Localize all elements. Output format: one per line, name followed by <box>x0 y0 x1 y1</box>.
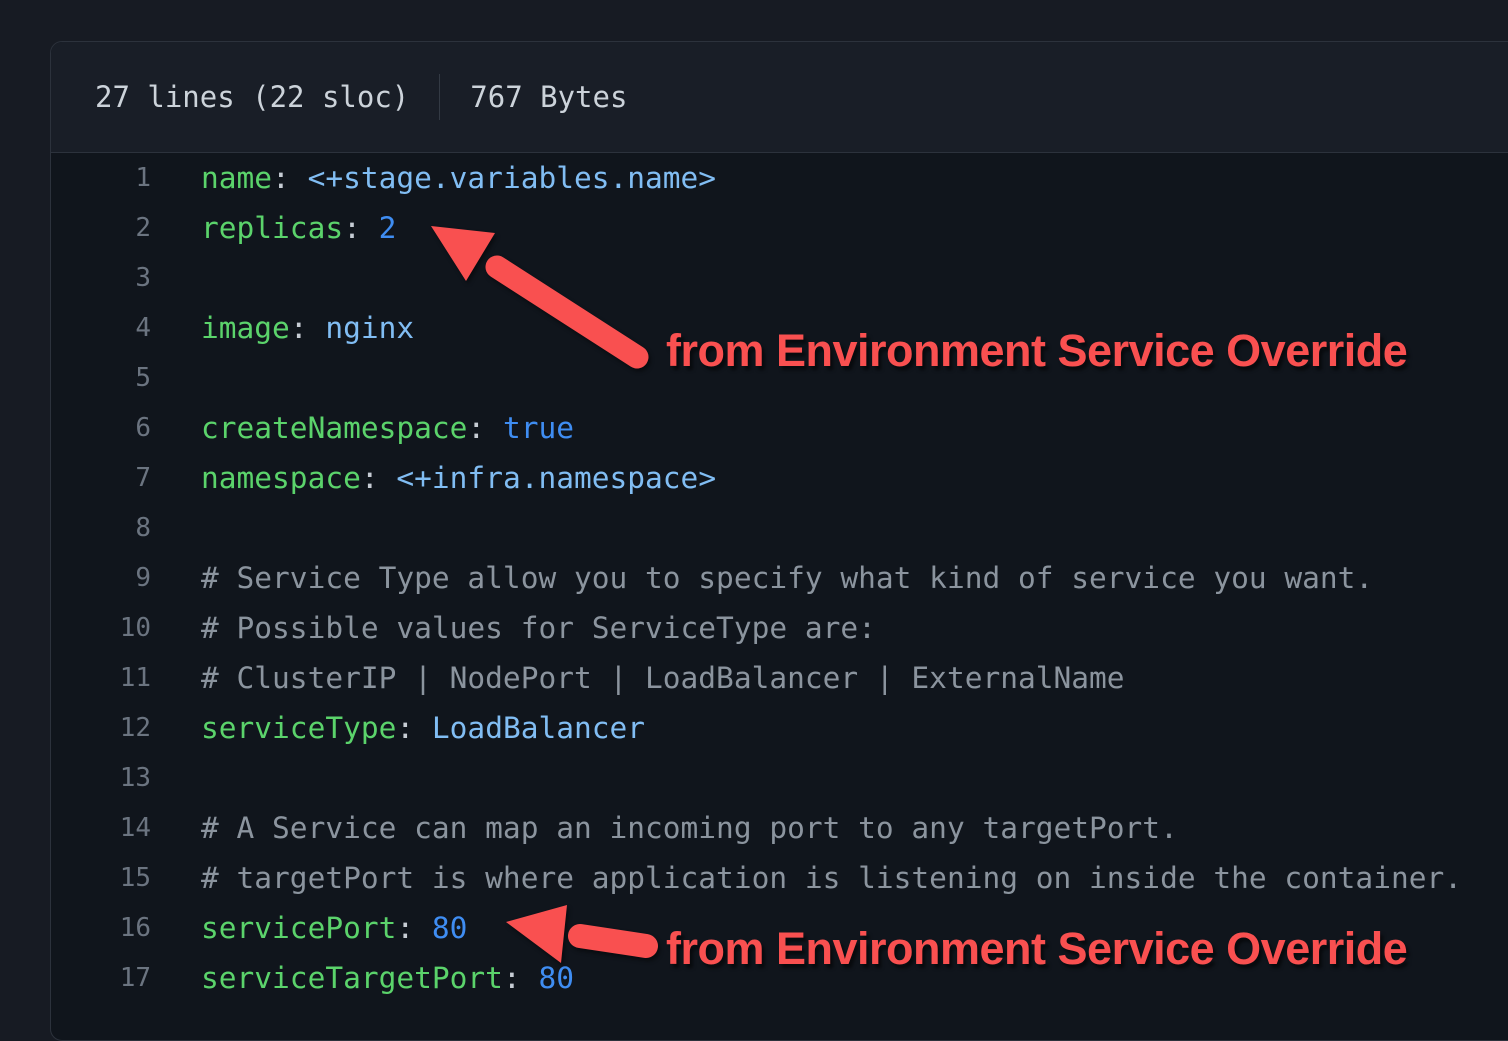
code-line: 8 <box>51 503 1508 553</box>
line-number[interactable]: 2 <box>51 213 151 243</box>
code-line: 5 <box>51 353 1508 403</box>
code-token-num: true <box>503 411 574 445</box>
code-line: 15 # targetPort is where application is l… <box>51 853 1508 903</box>
line-number[interactable]: 5 <box>51 363 151 393</box>
line-number[interactable]: 13 <box>51 763 151 793</box>
code-line: 2replicas: 2 <box>51 203 1508 253</box>
header-divider <box>439 74 440 120</box>
code-token-punc: : <box>343 211 379 245</box>
code-token-key: servicePort <box>201 911 396 945</box>
code-line-text: # targetPort is where application is lis… <box>201 861 1462 895</box>
code-line-text: # A Service can map an incoming port to … <box>201 811 1178 845</box>
file-lines-info: 27 lines (22 sloc) <box>95 80 409 114</box>
code-line: 17 serviceTargetPort: 80 <box>51 953 1508 1003</box>
code-line: 6 createNamespace: true <box>51 403 1508 453</box>
code-token-key: serviceType <box>201 711 396 745</box>
code-token-str: LoadBalancer <box>432 711 645 745</box>
line-number[interactable]: 17 <box>51 963 151 993</box>
code-token-num: 2 <box>379 211 397 245</box>
code-line: 1 name: <+stage.variables.name> <box>51 153 1508 203</box>
code-line-text: servicePort: 80 <box>201 911 467 945</box>
code-token-key: serviceTargetPort <box>201 961 503 995</box>
code-line: 14 # A Service can map an incoming port t… <box>51 803 1508 853</box>
code-token-punc: : <box>396 711 432 745</box>
code-line-text: replicas: 2 <box>201 211 396 245</box>
file-size: 767 Bytes <box>470 80 627 114</box>
code-token-punc: : <box>503 961 539 995</box>
code-token-str: <+stage.variables.name> <box>308 161 717 195</box>
line-number[interactable]: 6 <box>51 413 151 443</box>
code-token-punc: : <box>396 911 432 945</box>
line-number[interactable]: 16 <box>51 913 151 943</box>
code-line-text: image: nginx <box>201 311 414 345</box>
code-line-text: serviceTargetPort: 80 <box>201 961 574 995</box>
code-line-text: # Possible values for ServiceType are: <box>201 611 876 645</box>
code-token-key: namespace <box>201 461 361 495</box>
code-line-text: namespace: <+infra.namespace> <box>201 461 716 495</box>
code-line-text: createNamespace: true <box>201 411 574 445</box>
line-number[interactable]: 15 <box>51 863 151 893</box>
line-number[interactable]: 11 <box>51 663 151 693</box>
code-token-comment: # ClusterIP | NodePort | LoadBalancer | … <box>201 661 1125 695</box>
code-token-key: name <box>201 161 272 195</box>
code-line: 11 # ClusterIP | NodePort | LoadBalancer … <box>51 653 1508 703</box>
line-number[interactable]: 10 <box>51 613 151 643</box>
code-line: 3 <box>51 253 1508 303</box>
line-number[interactable]: 4 <box>51 313 151 343</box>
code-token-str: nginx <box>325 311 414 345</box>
code-token-comment: # Service Type allow you to specify what… <box>201 561 1373 595</box>
code-token-punc: : <box>272 161 308 195</box>
code-token-punc: : <box>361 461 397 495</box>
code-area: 1name: <+stage.variables.name>2replicas:… <box>51 153 1508 1003</box>
code-token-punc: : <box>290 311 326 345</box>
line-number[interactable]: 3 <box>51 263 151 293</box>
code-line: 13 <box>51 753 1508 803</box>
code-line-text: # ClusterIP | NodePort | LoadBalancer | … <box>201 661 1125 695</box>
code-token-key: image <box>201 311 290 345</box>
code-line-text: serviceType: LoadBalancer <box>201 711 645 745</box>
code-token-key: replicas <box>201 211 343 245</box>
code-line-text: name: <+stage.variables.name> <box>201 161 716 195</box>
code-token-str: <+infra.namespace> <box>396 461 716 495</box>
code-line: 16 servicePort: 80 <box>51 903 1508 953</box>
code-line-text: # Service Type allow you to specify what… <box>201 561 1373 595</box>
file-header-bar: 27 lines (22 sloc) 767 Bytes <box>51 42 1508 153</box>
code-token-punc: : <box>467 411 503 445</box>
file-viewer-panel: 27 lines (22 sloc) 767 Bytes 1 name: <+st… <box>50 41 1508 1041</box>
code-line: 9 # Service Type allow you to specify wha… <box>51 553 1508 603</box>
code-token-comment: # A Service can map an incoming port to … <box>201 811 1178 845</box>
code-token-comment: # targetPort is where application is lis… <box>201 861 1462 895</box>
code-token-comment: # Possible values for ServiceType are: <box>201 611 876 645</box>
line-number[interactable]: 14 <box>51 813 151 843</box>
line-number[interactable]: 9 <box>51 563 151 593</box>
code-line: 7 namespace: <+infra.namespace> <box>51 453 1508 503</box>
line-number[interactable]: 1 <box>51 163 151 193</box>
code-line: 4 image: nginx <box>51 303 1508 353</box>
code-line: 10 # Possible values for ServiceType are: <box>51 603 1508 653</box>
code-line: 12 serviceType: LoadBalancer <box>51 703 1508 753</box>
code-token-num: 80 <box>432 911 468 945</box>
code-token-key: createNamespace <box>201 411 467 445</box>
line-number[interactable]: 7 <box>51 463 151 493</box>
line-number[interactable]: 12 <box>51 713 151 743</box>
code-token-num: 80 <box>538 961 574 995</box>
line-number[interactable]: 8 <box>51 513 151 543</box>
